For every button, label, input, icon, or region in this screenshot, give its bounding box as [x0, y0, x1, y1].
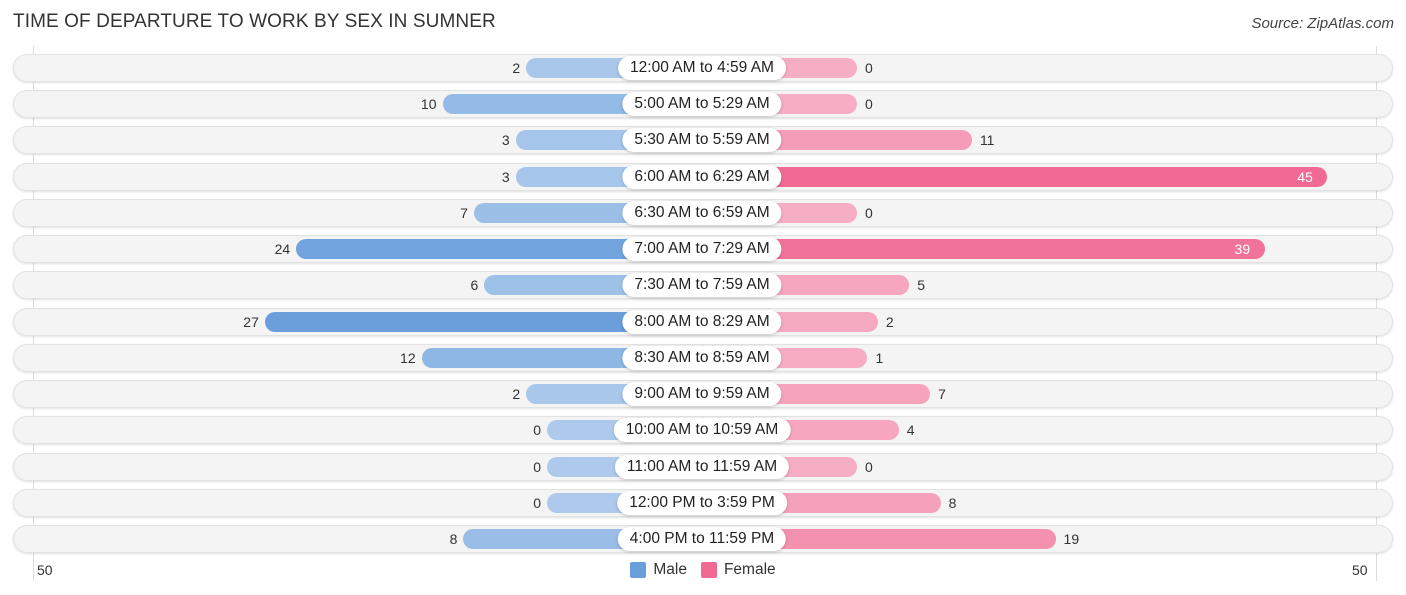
- category-label: 8:30 AM to 8:59 AM: [622, 345, 782, 370]
- category-label: 8:00 AM to 8:29 AM: [622, 309, 782, 334]
- value-label-male: 12: [400, 349, 416, 366]
- value-label-female: 0: [865, 60, 873, 76]
- legend: Male Female: [0, 561, 1406, 579]
- value-label-male: 3: [501, 132, 510, 149]
- category-label: 7:30 AM to 7:59 AM: [622, 273, 782, 298]
- value-label-female: 45: [1297, 168, 1313, 185]
- value-label-male: 24: [274, 241, 291, 258]
- value-label-female: 8: [948, 494, 957, 511]
- source-label: Source: ZipAtlas.com: [1251, 15, 1394, 32]
- category-label: 5:00 AM to 5:29 AM: [622, 92, 782, 117]
- category-label: 9:00 AM to 9:59 AM: [622, 382, 782, 407]
- value-label-female: 7: [938, 386, 946, 403]
- value-label-female: 11: [979, 132, 995, 149]
- category-label: 11:00 AM to 11:59 AM: [614, 454, 790, 479]
- legend-item-male: Male: [630, 561, 687, 579]
- value-label-male: 6: [470, 277, 479, 294]
- category-label: 7:00 AM to 7:29 AM: [622, 237, 782, 262]
- legend-item-female: Female: [700, 561, 776, 579]
- bar-female: [702, 166, 1328, 187]
- value-label-female: 0: [865, 458, 873, 475]
- category-label: 12:00 PM to 3:59 PM: [617, 490, 787, 515]
- value-label-female: 39: [1234, 241, 1251, 258]
- value-label-female: 4: [906, 422, 915, 439]
- value-label-male: 2: [512, 60, 521, 76]
- category-label: 12:00 AM to 4:59 AM: [618, 56, 786, 80]
- value-label-male: 27: [243, 313, 259, 330]
- value-label-male: 2: [512, 386, 521, 403]
- value-label-male: 10: [420, 96, 437, 113]
- bar-female: [702, 239, 1265, 260]
- value-label-male: 7: [460, 204, 468, 221]
- category-label: 4:00 PM to 11:59 PM: [617, 526, 787, 551]
- value-label-female: 2: [885, 313, 894, 330]
- category-label: 6:30 AM to 6:59 AM: [622, 200, 782, 225]
- category-label: 10:00 AM to 10:59 AM: [613, 418, 791, 443]
- value-label-female: 1: [875, 349, 884, 366]
- category-label: 5:30 AM to 5:59 AM: [622, 128, 782, 153]
- value-label-male: 3: [501, 168, 510, 185]
- legend-label-female: Female: [723, 561, 776, 578]
- chart-title: TIME OF DEPARTURE TO WORK BY SEX IN SUMN…: [13, 11, 496, 32]
- value-label-female: 0: [865, 204, 873, 221]
- value-label-female: 19: [1063, 530, 1080, 547]
- value-label-male: 0: [533, 458, 541, 475]
- category-label: 6:00 AM to 6:29 AM: [622, 164, 782, 189]
- legend-swatch-female: [700, 562, 717, 578]
- value-label-female: 0: [865, 96, 873, 113]
- value-label-male: 0: [533, 422, 541, 439]
- value-label-male: 8: [449, 530, 458, 547]
- value-label-male: 0: [533, 494, 541, 511]
- legend-swatch-male: [630, 562, 647, 578]
- value-label-female: 5: [917, 277, 926, 294]
- legend-label-male: Male: [653, 561, 687, 578]
